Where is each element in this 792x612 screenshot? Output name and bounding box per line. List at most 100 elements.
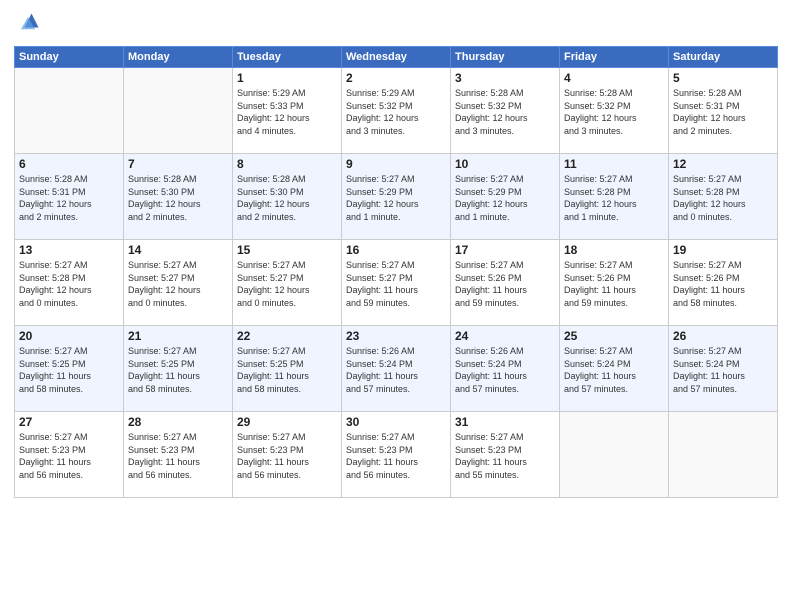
day-number: 29 (237, 415, 337, 429)
day-detail: Sunrise: 5:27 AM Sunset: 5:23 PM Dayligh… (19, 431, 119, 481)
calendar-cell: 18 Sunrise: 5:27 AM Sunset: 5:26 PM Dayli… (560, 240, 669, 326)
day-number: 24 (455, 329, 555, 343)
weekday-header: Sunday (15, 47, 124, 68)
day-number: 3 (455, 71, 555, 85)
day-detail: Sunrise: 5:27 AM Sunset: 5:27 PM Dayligh… (237, 259, 337, 309)
weekday-header: Wednesday (342, 47, 451, 68)
day-detail: Sunrise: 5:27 AM Sunset: 5:29 PM Dayligh… (455, 173, 555, 223)
day-detail: Sunrise: 5:27 AM Sunset: 5:23 PM Dayligh… (128, 431, 228, 481)
header (14, 10, 778, 38)
day-detail: Sunrise: 5:28 AM Sunset: 5:32 PM Dayligh… (564, 87, 664, 137)
weekday-row: SundayMondayTuesdayWednesdayThursdayFrid… (15, 47, 778, 68)
day-number: 22 (237, 329, 337, 343)
day-number: 30 (346, 415, 446, 429)
weekday-header: Tuesday (233, 47, 342, 68)
day-detail: Sunrise: 5:27 AM Sunset: 5:26 PM Dayligh… (564, 259, 664, 309)
calendar-cell: 25 Sunrise: 5:27 AM Sunset: 5:24 PM Dayli… (560, 326, 669, 412)
calendar-cell: 29 Sunrise: 5:27 AM Sunset: 5:23 PM Dayli… (233, 412, 342, 498)
calendar-cell: 2 Sunrise: 5:29 AM Sunset: 5:32 PM Daylig… (342, 68, 451, 154)
day-number: 11 (564, 157, 664, 171)
day-number: 28 (128, 415, 228, 429)
calendar-cell: 8 Sunrise: 5:28 AM Sunset: 5:30 PM Daylig… (233, 154, 342, 240)
calendar-cell: 31 Sunrise: 5:27 AM Sunset: 5:23 PM Dayli… (451, 412, 560, 498)
calendar-cell: 21 Sunrise: 5:27 AM Sunset: 5:25 PM Dayli… (124, 326, 233, 412)
day-number: 4 (564, 71, 664, 85)
calendar-cell: 10 Sunrise: 5:27 AM Sunset: 5:29 PM Dayli… (451, 154, 560, 240)
calendar-cell (560, 412, 669, 498)
calendar-week: 13Sunrise: 5:27 AM Sunset: 5:28 PM Dayli… (15, 240, 778, 326)
day-number: 15 (237, 243, 337, 257)
calendar-cell (15, 68, 124, 154)
weekday-header: Thursday (451, 47, 560, 68)
calendar-table: SundayMondayTuesdayWednesdayThursdayFrid… (14, 46, 778, 498)
calendar-cell: 27 Sunrise: 5:27 AM Sunset: 5:23 PM Dayli… (15, 412, 124, 498)
calendar-week: 1 Sunrise: 5:29 AM Sunset: 5:33 PM Daylig… (15, 68, 778, 154)
day-number: 12 (673, 157, 773, 171)
day-number: 17 (455, 243, 555, 257)
day-detail: Sunrise: 5:28 AM Sunset: 5:30 PM Dayligh… (128, 173, 228, 223)
calendar-cell: 30 Sunrise: 5:27 AM Sunset: 5:23 PM Dayli… (342, 412, 451, 498)
calendar-cell: 28 Sunrise: 5:27 AM Sunset: 5:23 PM Dayli… (124, 412, 233, 498)
logo (14, 10, 46, 38)
calendar-week: 27 Sunrise: 5:27 AM Sunset: 5:23 PM Dayli… (15, 412, 778, 498)
calendar-cell: 12 Sunrise: 5:27 AM Sunset: 5:28 PM Dayli… (669, 154, 778, 240)
calendar-cell: 24 Sunrise: 5:26 AM Sunset: 5:24 PM Dayli… (451, 326, 560, 412)
calendar-cell: 20Sunrise: 5:27 AM Sunset: 5:25 PM Dayli… (15, 326, 124, 412)
calendar-cell: 5Sunrise: 5:28 AM Sunset: 5:31 PM Daylig… (669, 68, 778, 154)
day-number: 7 (128, 157, 228, 171)
weekday-header: Saturday (669, 47, 778, 68)
day-number: 16 (346, 243, 446, 257)
day-detail: Sunrise: 5:27 AM Sunset: 5:24 PM Dayligh… (564, 345, 664, 395)
day-detail: Sunrise: 5:27 AM Sunset: 5:25 PM Dayligh… (128, 345, 228, 395)
calendar-cell: 6 Sunrise: 5:28 AM Sunset: 5:31 PM Daylig… (15, 154, 124, 240)
day-detail: Sunrise: 5:27 AM Sunset: 5:28 PM Dayligh… (673, 173, 773, 223)
day-detail: Sunrise: 5:27 AM Sunset: 5:26 PM Dayligh… (455, 259, 555, 309)
calendar-cell: 19Sunrise: 5:27 AM Sunset: 5:26 PM Dayli… (669, 240, 778, 326)
weekday-header: Friday (560, 47, 669, 68)
day-number: 27 (19, 415, 119, 429)
day-number: 9 (346, 157, 446, 171)
day-number: 1 (237, 71, 337, 85)
page: SundayMondayTuesdayWednesdayThursdayFrid… (0, 0, 792, 612)
calendar-cell (124, 68, 233, 154)
day-number: 19 (673, 243, 773, 257)
day-number: 10 (455, 157, 555, 171)
day-detail: Sunrise: 5:27 AM Sunset: 5:29 PM Dayligh… (346, 173, 446, 223)
calendar-cell: 22 Sunrise: 5:27 AM Sunset: 5:25 PM Dayli… (233, 326, 342, 412)
calendar-cell: 4 Sunrise: 5:28 AM Sunset: 5:32 PM Daylig… (560, 68, 669, 154)
logo-icon (14, 10, 42, 38)
day-detail: Sunrise: 5:27 AM Sunset: 5:23 PM Dayligh… (455, 431, 555, 481)
day-detail: Sunrise: 5:28 AM Sunset: 5:32 PM Dayligh… (455, 87, 555, 137)
calendar-cell: 14Sunrise: 5:27 AM Sunset: 5:27 PM Dayli… (124, 240, 233, 326)
calendar-cell (669, 412, 778, 498)
day-number: 21 (128, 329, 228, 343)
calendar-week: 6 Sunrise: 5:28 AM Sunset: 5:31 PM Daylig… (15, 154, 778, 240)
day-number: 2 (346, 71, 446, 85)
day-detail: Sunrise: 5:27 AM Sunset: 5:23 PM Dayligh… (237, 431, 337, 481)
calendar-header: SundayMondayTuesdayWednesdayThursdayFrid… (15, 47, 778, 68)
day-number: 8 (237, 157, 337, 171)
day-detail: Sunrise: 5:27 AM Sunset: 5:23 PM Dayligh… (346, 431, 446, 481)
day-number: 31 (455, 415, 555, 429)
day-detail: Sunrise: 5:27 AM Sunset: 5:24 PM Dayligh… (673, 345, 773, 395)
calendar-cell: 1 Sunrise: 5:29 AM Sunset: 5:33 PM Daylig… (233, 68, 342, 154)
day-number: 18 (564, 243, 664, 257)
day-detail: Sunrise: 5:26 AM Sunset: 5:24 PM Dayligh… (455, 345, 555, 395)
calendar-cell: 9 Sunrise: 5:27 AM Sunset: 5:29 PM Daylig… (342, 154, 451, 240)
day-detail: Sunrise: 5:29 AM Sunset: 5:32 PM Dayligh… (346, 87, 446, 137)
calendar-cell: 26 Sunrise: 5:27 AM Sunset: 5:24 PM Dayli… (669, 326, 778, 412)
day-detail: Sunrise: 5:29 AM Sunset: 5:33 PM Dayligh… (237, 87, 337, 137)
day-detail: Sunrise: 5:27 AM Sunset: 5:28 PM Dayligh… (564, 173, 664, 223)
calendar-cell: 13Sunrise: 5:27 AM Sunset: 5:28 PM Dayli… (15, 240, 124, 326)
weekday-header: Monday (124, 47, 233, 68)
day-number: 23 (346, 329, 446, 343)
day-number: 26 (673, 329, 773, 343)
day-number: 25 (564, 329, 664, 343)
day-detail: Sunrise: 5:27 AM Sunset: 5:25 PM Dayligh… (237, 345, 337, 395)
calendar-body: 1 Sunrise: 5:29 AM Sunset: 5:33 PM Daylig… (15, 68, 778, 498)
day-detail: Sunrise: 5:27 AM Sunset: 5:27 PM Dayligh… (346, 259, 446, 309)
day-detail: Sunrise: 5:28 AM Sunset: 5:30 PM Dayligh… (237, 173, 337, 223)
day-number: 20 (19, 329, 119, 343)
day-number: 6 (19, 157, 119, 171)
day-detail: Sunrise: 5:28 AM Sunset: 5:31 PM Dayligh… (19, 173, 119, 223)
